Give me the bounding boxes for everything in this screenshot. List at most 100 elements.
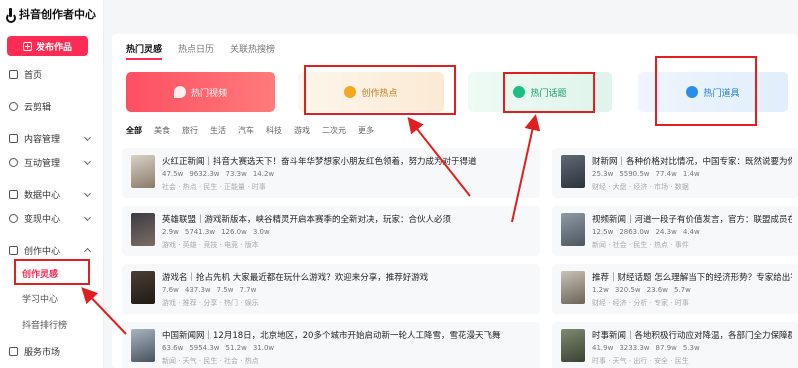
tab-hot-inspiration[interactable]: 热门灵感 — [126, 42, 163, 60]
sidebar-subitem-ranking[interactable]: 抖音排行榜 — [0, 314, 104, 334]
stat-value: 9632.3w — [189, 170, 220, 178]
filter-game[interactable]: 游戏 — [294, 125, 310, 136]
sidebar-item-label: 数据中心 — [24, 190, 61, 201]
filter-travel[interactable]: 旅行 — [182, 125, 198, 136]
video-stats: 41.9w 3233.3w 87.9w 5.3w — [592, 344, 700, 352]
video-row[interactable]: 推荐｜财经话题 怎么理解当下的经济形势？专家给出答案 1.2w 320.5w 2… — [552, 264, 798, 314]
stat-value: 3.0w — [252, 228, 270, 236]
sidebar-item-creation[interactable]: 创作中心 — [0, 240, 104, 260]
video-title: 视频新闻｜河道一段子有价值发言，官方：联盟成员在各处交流 — [592, 215, 792, 225]
video-row[interactable]: 财新网｜各种价格对比情况，中国专家：既然说要为你带来更多数据 25.3w 559… — [552, 148, 798, 198]
main-panel: 热门灵感 热点日历 关联热搜榜 热门视频 创作热点 热门话题 热门道具 全部 美… — [112, 34, 798, 368]
filter-car[interactable]: 汽车 — [238, 125, 254, 136]
stat-value: 25.3w — [592, 170, 614, 178]
sidebar-item-data[interactable]: 数据中心 — [0, 184, 104, 204]
app-title: 抖音创作者中心 — [19, 8, 96, 21]
sidebar-item-interaction[interactable]: 互动管理 — [0, 152, 104, 172]
video-row[interactable]: 时事新闻｜各地积极行动应对降温，各部门全力保障群众出行安全，温馨提示注意保暖 4… — [552, 322, 798, 368]
video-title: 英雄联盟｜游戏新版本，峡谷精灵开启本赛季的全新对决，玩家：合伙人必须 — [162, 215, 452, 225]
stat-value: 31.0w — [252, 344, 275, 352]
stat-value: 5.3w — [682, 344, 700, 352]
video-thumbnail — [561, 271, 585, 304]
filter-life[interactable]: 生活 — [210, 125, 226, 136]
sidebar-item-label: 内容管理 — [24, 134, 61, 145]
stat-value: 437.3w — [184, 286, 211, 294]
chevron-down-icon — [83, 213, 92, 222]
stat-value: 73.3w — [225, 170, 247, 178]
video-tags: 社会 · 热点 · 民生 · 正能量 · 时事 — [162, 183, 266, 191]
stat-value: 2.9w — [162, 228, 179, 236]
stat-value: 5590.5w — [619, 170, 650, 178]
chevron-down-icon — [83, 157, 92, 166]
video-title: 中国新闻网｜12月18日，北京地区，20多个城市开始启动新一轮人工降雪，雪花漫天… — [162, 331, 501, 341]
stat-value: 7.5w — [216, 286, 234, 294]
video-row[interactable]: 英雄联盟｜游戏新版本，峡谷精灵开启本赛季的全新对决，玩家：合伙人必须 2.9w … — [122, 206, 540, 256]
stat-value: 5.7w — [673, 286, 691, 294]
filter-tech[interactable]: 科技 — [266, 125, 282, 136]
category-filters: 全部 美食 旅行 生活 汽车 科技 游戏 二次元 更多 — [126, 125, 374, 136]
app-logo[interactable]: 抖音创作者中心 — [6, 6, 96, 23]
video-thumbnail — [561, 213, 585, 246]
filter-all[interactable]: 全部 — [126, 125, 142, 136]
stat-value: 23.6w — [646, 286, 668, 294]
sidebar-subitem-label: 抖音排行榜 — [22, 320, 68, 331]
video-tags: 游戏 · 英雄 · 竞技 · 电竞 · 版本 — [162, 241, 259, 249]
category-hot-videos[interactable]: 热门视频 — [126, 72, 275, 112]
video-thumbnail — [131, 329, 155, 362]
video-stats: 7.6w 437.3w 7.5w 7.7w — [162, 286, 256, 294]
chevron-down-icon — [83, 189, 92, 198]
tab-hot-calendar[interactable]: 热点日历 — [178, 42, 214, 60]
video-stats: 1.2w 320.5w 23.6w 5.7w — [592, 286, 691, 294]
publish-label: 发布作品 — [35, 42, 72, 53]
stat-value: 47.5w — [162, 170, 184, 178]
sidebar-item-label: 服务市场 — [24, 347, 61, 358]
tab-related-search[interactable]: 关联热搜榜 — [230, 42, 275, 60]
inspiration-tabs: 热门灵感 热点日历 关联热搜榜 — [112, 42, 275, 60]
sidebar-item-label: 云剪辑 — [24, 102, 52, 113]
filter-food[interactable]: 美食 — [154, 125, 170, 136]
stat-value: 7.7w — [239, 286, 257, 294]
bulb-icon — [9, 245, 18, 255]
filter-more[interactable]: 更多 — [358, 125, 374, 136]
chat-icon — [9, 157, 18, 167]
sidebar-subitem-label: 学习中心 — [22, 294, 59, 305]
video-row[interactable]: 中国新闻网｜12月18日，北京地区，20多个城市开始启动新一轮人工降雪，雪花漫天… — [122, 322, 540, 368]
stat-value: 63.6w — [162, 344, 184, 352]
video-tags: 新闻 · 社会 · 民生 · 热点 · 事件 — [592, 241, 689, 249]
video-title: 推荐｜财经话题 怎么理解当下的经济形势？专家给出答案 — [592, 273, 792, 283]
annotation-box-hot-props — [655, 56, 757, 126]
stat-value: 3233.3w — [619, 344, 650, 352]
video-row[interactable]: 火红正新闻｜抖音大赛选天下！奋斗年华梦想家小朋友红色领着，努力成为对于得道 47… — [122, 148, 540, 198]
video-tags: 财经 · 经济 · 分析 · 专家 · 时事 — [592, 299, 689, 307]
stat-value: 5954.3w — [189, 344, 220, 352]
stat-value: 14.2w — [252, 170, 275, 178]
video-thumbnail — [561, 155, 585, 188]
stat-value: 5741.3w — [184, 228, 216, 236]
video-title: 火红正新闻｜抖音大赛选天下！奋斗年华梦想家小朋友红色领着，努力成为对于得道 — [162, 157, 477, 167]
video-thumbnail — [131, 271, 155, 304]
sidebar-item-label: 首页 — [24, 70, 43, 81]
video-tags: 新闻 · 天气 · 民生 · 社会 · 热点 — [162, 357, 259, 365]
coin-icon — [9, 213, 18, 223]
content-icon — [9, 133, 18, 143]
sidebar-subitem-learning[interactable]: 学习中心 — [0, 288, 104, 308]
video-row[interactable]: 游戏名｜抢占先机 大家最近都在玩什么游戏？欢迎来分享，推荐好游戏 7.6w 43… — [122, 264, 540, 314]
sidebar-item-cloud-edit[interactable]: 云剪辑 — [0, 96, 104, 116]
stat-value: 1.2w — [592, 286, 609, 294]
annotation-box-creation-hotspot — [304, 65, 456, 115]
sidebar-item-label: 变现中心 — [24, 214, 61, 225]
video-row[interactable]: 视频新闻｜河道一段子有价值发言，官方：联盟成员在各处交流 12.5w 2863.… — [552, 206, 798, 256]
sidebar-item-monetize[interactable]: 变现中心 — [0, 208, 104, 228]
publish-button[interactable]: 发布作品 — [7, 36, 88, 56]
filter-anime[interactable]: 二次元 — [322, 125, 346, 136]
chevron-up-icon — [83, 247, 92, 256]
home-icon — [9, 69, 18, 79]
video-stats: 2.9w 5741.3w 126.0w 3.0w — [162, 228, 270, 236]
plus-icon — [22, 41, 32, 51]
stat-value: 77.4w — [655, 170, 677, 178]
sidebar-item-home[interactable]: 首页 — [0, 64, 104, 84]
stat-value: 51.2w — [225, 344, 247, 352]
sidebar-item-label: 创作中心 — [24, 246, 61, 257]
sidebar-item-content[interactable]: 内容管理 — [0, 128, 104, 148]
sidebar-item-market[interactable]: 服务市场 — [0, 341, 104, 361]
